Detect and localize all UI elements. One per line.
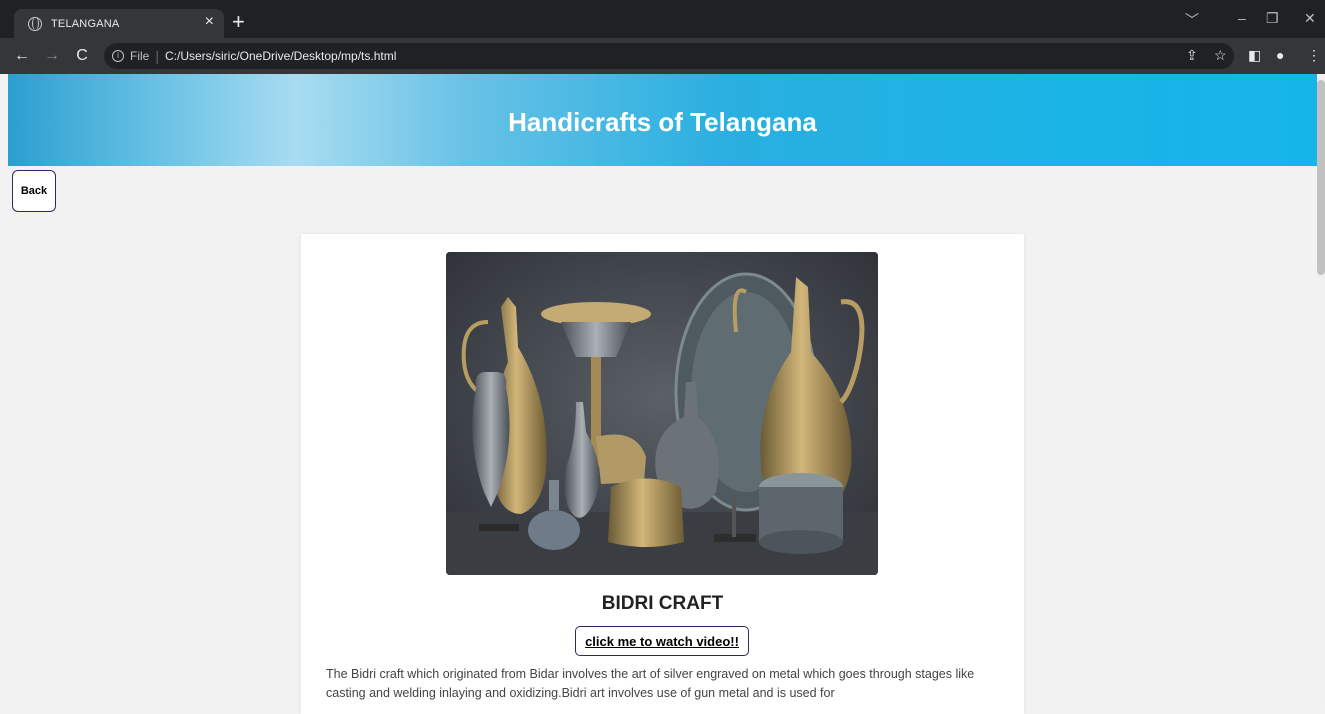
separator: |	[155, 48, 159, 64]
tab-title: TELANGANA	[51, 17, 120, 30]
close-window-icon[interactable]: ✕	[1304, 10, 1316, 27]
page-header: Handicrafts of Telangana	[8, 74, 1317, 166]
new-tab-icon[interactable]: +	[232, 9, 245, 35]
craft-description: The Bidri craft which originated from Bi…	[326, 667, 975, 700]
restore-icon[interactable]: ❐	[1266, 10, 1279, 27]
globe-icon	[28, 16, 42, 31]
back-button[interactable]: Back	[12, 170, 56, 212]
scrollbar-thumb[interactable]	[1317, 80, 1325, 275]
browser-tab-strip: TELANGANA × + ﹀ – ❐ ✕	[0, 0, 1325, 38]
address-bar[interactable]: i File | C:/Users/siric/OneDrive/Desktop…	[104, 43, 1234, 69]
minimize-icon[interactable]: –	[1238, 10, 1246, 26]
close-icon[interactable]: ×	[205, 13, 214, 31]
profile-icon[interactable]: ●	[1276, 47, 1284, 63]
browser-toolbar: ← → C i File | C:/Users/siric/OneDrive/D…	[0, 38, 1325, 74]
file-label: File	[130, 49, 150, 63]
menu-icon[interactable]: ⋮	[1307, 47, 1321, 64]
watch-video-button[interactable]: click me to watch video!!	[575, 626, 749, 656]
bidri-craft-image	[446, 252, 878, 575]
star-icon[interactable]: ☆	[1214, 47, 1227, 64]
browser-tab[interactable]: TELANGANA ×	[14, 9, 224, 38]
page-title: Handicrafts of Telangana	[508, 107, 817, 137]
share-icon[interactable]: ⇪	[1186, 47, 1198, 64]
reload-icon[interactable]: C	[74, 47, 90, 65]
chevron-down-icon[interactable]: ﹀	[1185, 10, 1199, 30]
sidebar-icon[interactable]: ◧	[1248, 47, 1261, 64]
craft-card: BIDRI CRAFT click me to watch video!! Th…	[301, 234, 1024, 714]
craft-title: BIDRI CRAFT	[601, 593, 724, 614]
forward-arrow-icon[interactable]: →	[44, 47, 60, 65]
info-icon[interactable]: i	[112, 50, 124, 62]
back-arrow-icon[interactable]: ←	[14, 47, 30, 65]
url-text[interactable]: C:/Users/siric/OneDrive/Desktop/mp/ts.ht…	[165, 49, 396, 63]
